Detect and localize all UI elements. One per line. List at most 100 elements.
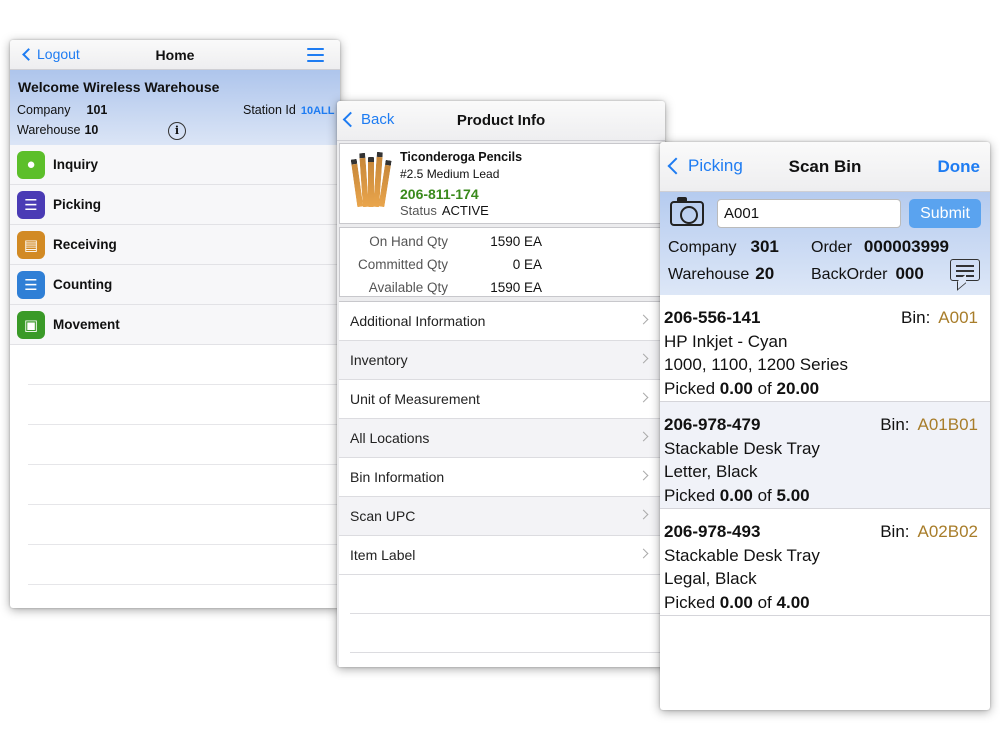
menu-item-label: Unit of Measurement — [350, 391, 480, 407]
status-label: Status — [400, 203, 437, 218]
menu-item-label: Counting — [53, 277, 113, 292]
warehouse-label: Warehouse — [17, 123, 81, 137]
station-row: Station Id 10ALL — [243, 103, 334, 117]
company-value: 101 — [86, 103, 108, 117]
bin-label: Bin: — [880, 415, 910, 434]
station-value: 10ALL — [300, 105, 335, 117]
pick-item[interactable]: 206-556-141 Bin: A001 HP Inkjet - Cyan 10… — [660, 295, 990, 402]
quantity-card: On Hand Qty 1590 EA Committed Qty 0 EA A… — [339, 227, 663, 297]
menu-item-label: Item Label — [350, 547, 416, 563]
pick-item[interactable]: 206-978-493 Bin: A02B02 Stackable Desk Tr… — [660, 509, 990, 616]
total-value: 5.00 — [776, 485, 810, 505]
pick-item[interactable]: 206-978-479 Bin: A01B01 Stackable Desk Tr… — [660, 402, 990, 509]
quantity-value: 1590 EA — [490, 280, 542, 295]
menu-item-receiving[interactable]: ▤ Receiving — [10, 225, 340, 265]
item-description: Stackable Desk Tray — [664, 545, 820, 565]
menu-item-additional-information[interactable]: Additional Information — [339, 302, 663, 341]
item-description: Stackable Desk Tray — [664, 438, 820, 458]
menu-item-all-locations[interactable]: All Locations — [339, 419, 663, 458]
home-menu: ● Inquiry ☰ Picking ▤ Receiving ☰ Counti… — [10, 145, 340, 585]
home-screen: Logout Home Welcome Wireless Warehouse C… — [10, 40, 340, 608]
status-value: ACTIVE — [441, 203, 489, 218]
item-detail: 1000, 1100, 1200 Series — [664, 355, 848, 374]
hamburger-icon[interactable] — [307, 48, 324, 66]
bin-value: A001 — [938, 308, 978, 327]
comment-icon[interactable] — [950, 259, 980, 281]
order-label: Order — [811, 239, 852, 256]
product-menu: Additional Information Inventory Unit of… — [339, 301, 663, 667]
picked-value: 0.00 — [719, 378, 753, 398]
submit-button[interactable]: Submit — [909, 199, 981, 228]
warehouse-label: Warehouse — [668, 266, 750, 283]
empty-row — [28, 505, 340, 545]
scan-bin-screen: Picking Scan Bin Done A001 Submit Compan… — [660, 142, 990, 710]
order-row: Order 000003999 — [811, 237, 949, 257]
menu-item-inventory[interactable]: Inventory — [339, 341, 663, 380]
total-value: 4.00 — [776, 592, 810, 612]
company-label: Company — [668, 239, 737, 256]
backorder-value: 000 — [895, 264, 924, 283]
bin-location: Bin: A001 — [901, 306, 978, 330]
menu-item-label: Movement — [53, 317, 120, 332]
total-value: 20.00 — [776, 378, 820, 398]
scan-bin-navbar: Picking Scan Bin Done — [660, 142, 990, 192]
menu-item-movement[interactable]: ▣ Movement — [10, 305, 340, 345]
backorder-row: BackOrder 000 — [811, 264, 924, 284]
product-description: #2.5 Medium Lead — [400, 167, 500, 181]
menu-item-picking[interactable]: ☰ Picking — [10, 185, 340, 225]
scan-header: A001 Submit Company 301 Order 000003999 Wa… — [660, 192, 990, 295]
of-label: of — [757, 592, 772, 612]
quantity-label: Committed Qty — [357, 257, 448, 272]
warehouse-value: 20 — [755, 264, 775, 283]
menu-item-unit-of-measurement[interactable]: Unit of Measurement — [339, 380, 663, 419]
warehouse-row: Warehouse 10 — [17, 123, 98, 137]
empty-row — [28, 385, 340, 425]
menu-item-item-label[interactable]: Item Label — [339, 536, 663, 575]
quantity-label: On Hand Qty — [369, 234, 448, 249]
picked-value: 0.00 — [719, 592, 753, 612]
bin-label: Bin: — [901, 308, 931, 327]
quantity-value: 0 EA — [512, 257, 542, 272]
picked-progress: Picked 0.00 of 4.00 — [664, 591, 990, 615]
picked-label: Picked — [664, 378, 716, 398]
picked-label: Picked — [664, 592, 716, 612]
empty-row — [28, 425, 340, 465]
menu-item-bin-information[interactable]: Bin Information — [339, 458, 663, 497]
home-navbar: Logout Home — [10, 40, 340, 70]
bin-value: A02B02 — [917, 522, 979, 541]
menu-item-inquiry[interactable]: ● Inquiry — [10, 145, 340, 185]
menu-item-scan-upc[interactable]: Scan UPC — [339, 497, 663, 536]
camera-icon[interactable] — [670, 197, 704, 226]
station-label: Station Id — [243, 103, 296, 117]
menu-item-label: Picking — [53, 197, 102, 212]
done-button[interactable]: Done — [938, 157, 981, 177]
product-number: 206-811-174 — [400, 186, 479, 202]
product-details: Ticonderoga Pencils #2.5 Medium Lead 206… — [400, 150, 522, 218]
company-value: 301 — [750, 237, 779, 256]
empty-row — [350, 614, 663, 653]
pick-list: 206-556-141 Bin: A001 HP Inkjet - Cyan 10… — [660, 295, 990, 616]
item-detail: Legal, Black — [664, 569, 757, 588]
bin-input[interactable]: A001 — [717, 199, 901, 228]
chevron-right-icon — [638, 509, 649, 520]
page-title: Product Info — [456, 112, 546, 129]
list-icon: ☰ — [17, 190, 45, 219]
menu-item-counting[interactable]: ☰ Counting — [10, 265, 340, 305]
menu-item-label: Receiving — [53, 237, 117, 252]
info-icon[interactable]: i — [168, 122, 186, 140]
bin-location: Bin: A02B02 — [880, 520, 978, 544]
quantity-value: 1590 EA — [490, 234, 542, 249]
welcome-panel: Welcome Wireless Warehouse Company 101 St… — [10, 70, 340, 145]
company-row: Company 301 — [668, 237, 779, 257]
company-label: Company — [17, 103, 71, 117]
hand-truck-icon: ▣ — [17, 310, 45, 339]
company-row: Company 101 — [17, 103, 107, 117]
empty-row — [28, 465, 340, 505]
menu-item-label: Inventory — [350, 352, 408, 368]
welcome-title: Welcome Wireless Warehouse — [18, 79, 220, 95]
chevron-right-icon — [638, 431, 649, 442]
picked-value: 0.00 — [719, 485, 753, 505]
item-detail: Letter, Black — [664, 462, 758, 481]
of-label: of — [757, 485, 772, 505]
warehouse-value: 10 — [84, 123, 99, 137]
